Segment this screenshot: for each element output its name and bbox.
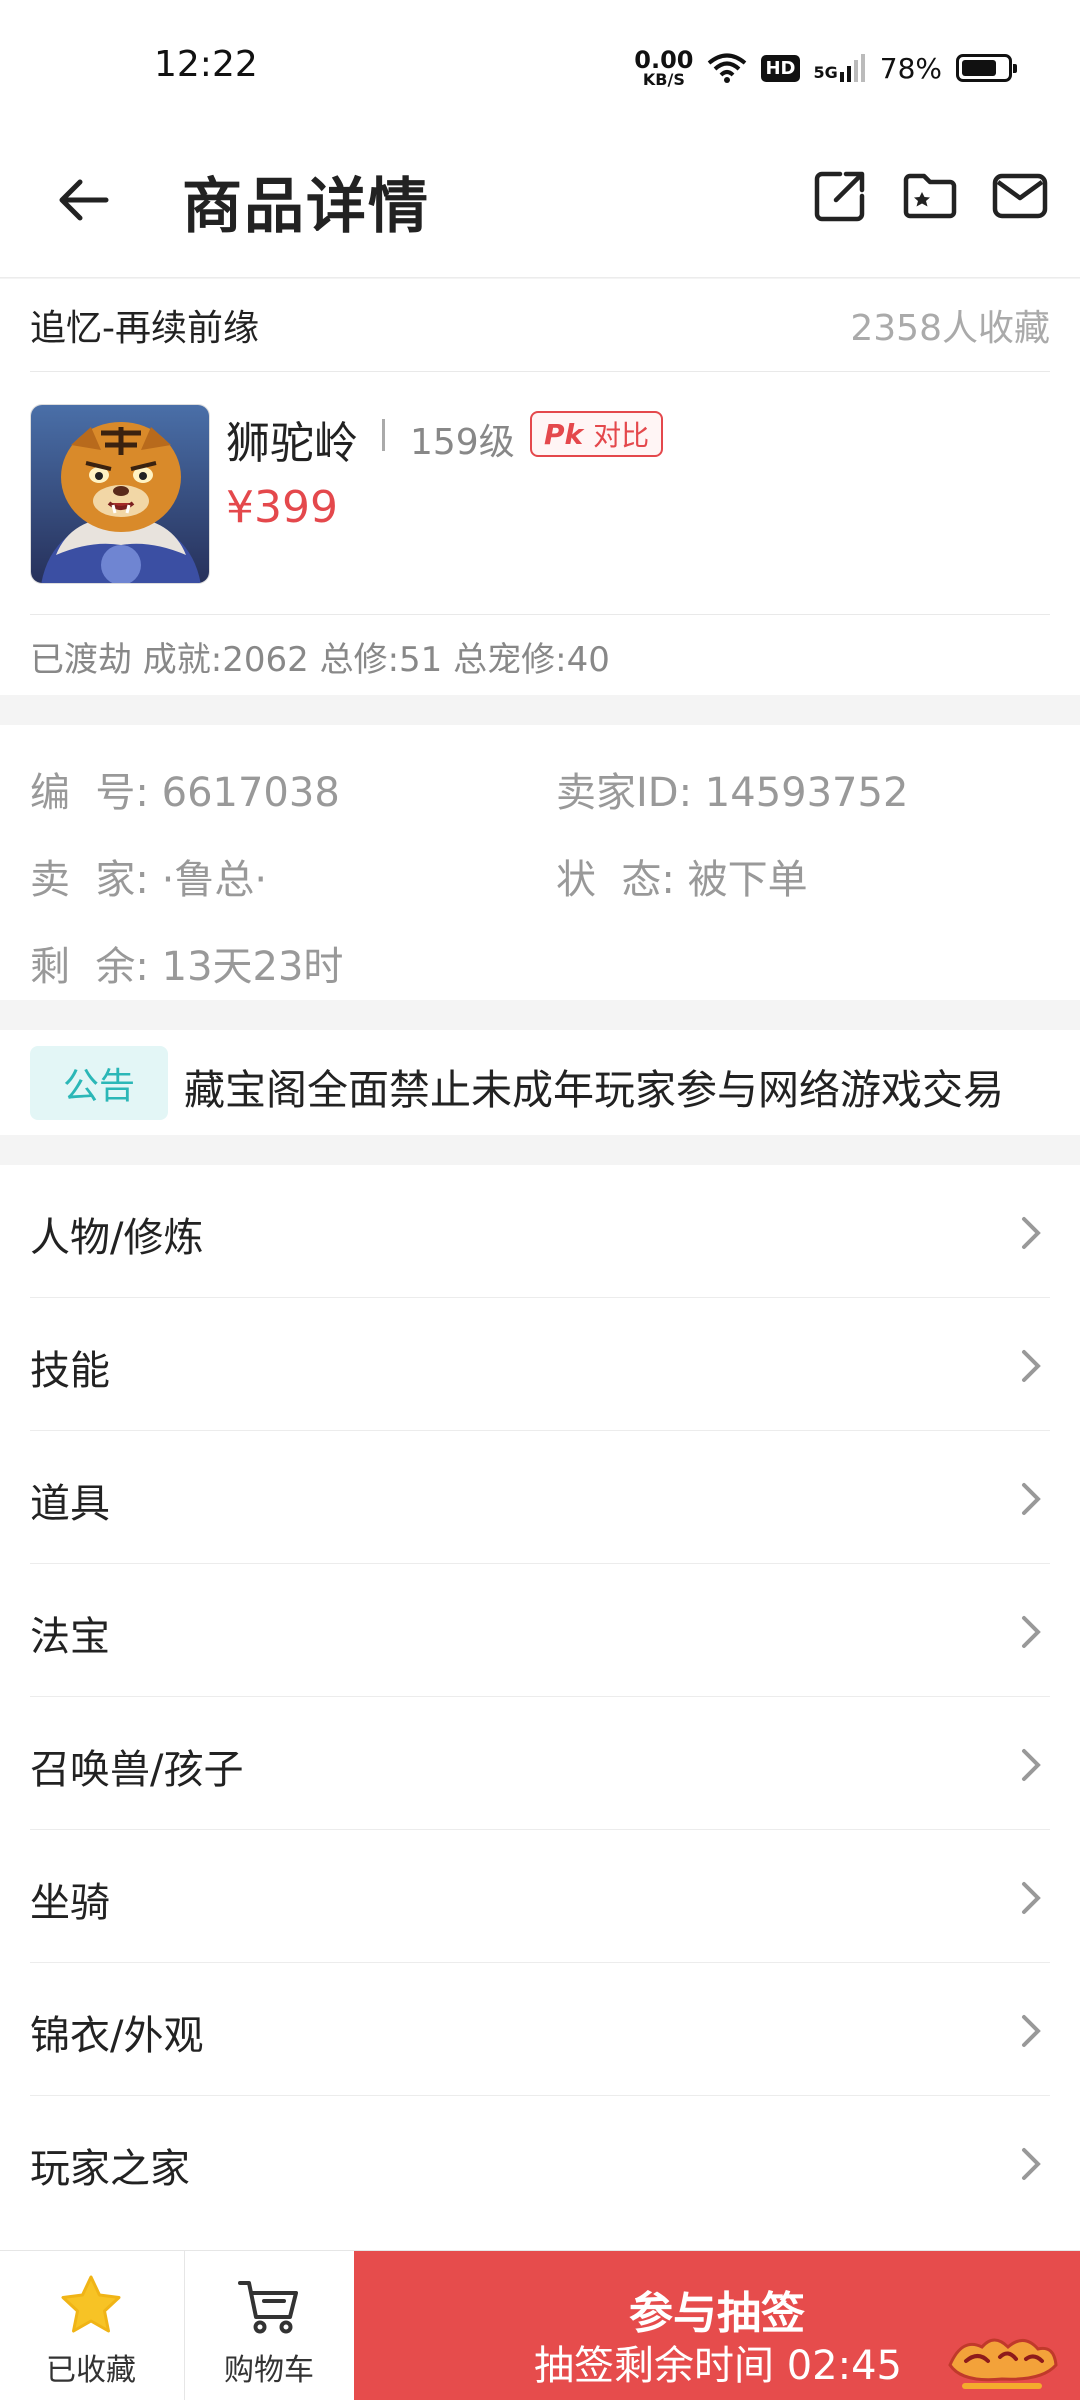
menu-item-items[interactable]: 道具	[0, 1431, 1080, 1564]
info-card: 编 号: 6617038 卖家ID: 14593752 卖 家: ·鲁总· 状 …	[0, 725, 1080, 1000]
menu-item-character-cultivation[interactable]: 人物/修炼	[0, 1165, 1080, 1298]
seller-id: 14593752	[704, 770, 909, 816]
seller-name: ·鲁总·	[161, 857, 268, 903]
remaining-row: 剩 余: 13天23时	[30, 944, 344, 990]
join-lottery-button[interactable]: 参与抽签 抽签剩余时间 02:45	[354, 2251, 1080, 2400]
favorite-button[interactable]: 已收藏	[0, 2251, 182, 2400]
character-school: 狮驼岭	[226, 418, 358, 469]
shopping-cart-icon	[238, 2281, 298, 2334]
status-bar: 12:22 0.00 KB/S HD 5G 78%	[0, 0, 1080, 130]
game-logo-icon	[948, 2338, 1058, 2389]
character-level: 159级	[410, 422, 515, 463]
menu-item-label: 技能	[30, 1348, 110, 1394]
menu-item-treasures[interactable]: 法宝	[0, 1564, 1080, 1697]
character-avatar[interactable]	[30, 404, 210, 584]
notice-tag: 公告	[30, 1046, 168, 1120]
seller-row: 卖 家: ·鲁总·	[30, 857, 268, 903]
menu-item-label: 玩家之家	[30, 2146, 190, 2192]
item-number-row: 编 号: 6617038	[30, 770, 340, 816]
top-app-bar: 商品详情	[0, 130, 1080, 278]
notice-text: 藏宝阁全面禁止未成年玩家参与网络游戏交易	[184, 1066, 1004, 1114]
menu-item-pets[interactable]: 召唤兽/孩子	[0, 1697, 1080, 1830]
chevron-right-icon	[1022, 1483, 1041, 1515]
order-status: 被下单	[687, 857, 808, 903]
chevron-right-icon	[1022, 1217, 1041, 1249]
menu-item-label: 道具	[30, 1481, 110, 1527]
bottom-action-bar: 已收藏 购物车 参与抽签 抽签剩余时间 02:45	[0, 2250, 1080, 2400]
menu-item-skills[interactable]: 技能	[0, 1298, 1080, 1431]
signal-icon: 5G	[814, 54, 866, 82]
remaining-time: 13天23时	[161, 944, 344, 990]
lottery-countdown: 抽签剩余时间 02:45	[534, 2343, 902, 2389]
notice-bar[interactable]: 公告 藏宝阁全面禁止未成年玩家参与网络游戏交易	[0, 1030, 1080, 1135]
character-summary: 已渡劫 成就:2062 总修:51 总宠修:40	[30, 640, 610, 680]
chevron-right-icon	[1022, 2148, 1041, 2180]
status-time: 12:22	[154, 44, 258, 85]
page-title: 商品详情	[182, 172, 430, 242]
chevron-right-icon	[1022, 2015, 1041, 2047]
price: ¥399	[226, 482, 338, 533]
network-speed: 0.00 KB/S	[634, 46, 694, 89]
wifi-icon	[708, 53, 747, 83]
separator	[382, 419, 385, 451]
seller-id-row: 卖家ID: 14593752	[556, 770, 909, 816]
menu-item-label: 锦衣/外观	[30, 2013, 204, 2059]
menu-item-mounts[interactable]: 坐骑	[0, 1830, 1080, 1963]
status-icons: 0.00 KB/S HD 5G 78%	[634, 46, 1017, 90]
divider	[30, 614, 1050, 615]
favorites-count: 2358人收藏	[850, 308, 1050, 349]
status-row: 状 态: 被下单	[556, 857, 808, 903]
cart-button[interactable]: 购物车	[178, 2251, 360, 2400]
share-icon[interactable]	[810, 166, 870, 226]
chevron-right-icon	[1022, 1350, 1041, 1382]
menu-item-label: 召唤兽/孩子	[30, 1747, 244, 1793]
detail-menu: 人物/修炼 技能 道具 法宝 召唤兽/孩子 坐骑 锦衣/外观 玩家之家	[0, 1165, 1080, 2250]
divider	[30, 371, 1050, 372]
compare-button[interactable]: Pk 对比	[530, 411, 664, 457]
chevron-right-icon	[1022, 1749, 1041, 1781]
chevron-right-icon	[1022, 1882, 1041, 1914]
collection-folder-icon[interactable]	[900, 166, 960, 226]
cart-label: 购物车	[224, 2353, 314, 2388]
compare-label: 对比	[593, 419, 650, 452]
pk-icon: Pk	[544, 417, 584, 451]
mail-icon[interactable]	[990, 166, 1050, 226]
menu-item-label: 人物/修炼	[30, 1215, 204, 1261]
server-name: 追忆-再续前缘	[30, 308, 259, 349]
menu-item-label: 坐骑	[30, 1880, 110, 1926]
hd-badge: HD	[761, 54, 800, 82]
battery-percent: 78%	[879, 51, 942, 85]
favorite-label: 已收藏	[46, 2353, 136, 2388]
back-arrow-icon[interactable]	[52, 168, 116, 232]
menu-item-outfits[interactable]: 锦衣/外观	[0, 1963, 1080, 2096]
star-icon	[61, 2275, 121, 2333]
chevron-right-icon	[1022, 1616, 1041, 1648]
battery-icon	[956, 54, 1017, 82]
menu-item-player-home[interactable]: 玩家之家	[0, 2096, 1080, 2229]
menu-item-label: 法宝	[30, 1614, 110, 1660]
item-number: 6617038	[161, 770, 340, 816]
product-card: 追忆-再续前缘 2358人收藏 狮驼岭 159级 Pk 对比 ¥399 已渡劫 …	[0, 279, 1080, 695]
